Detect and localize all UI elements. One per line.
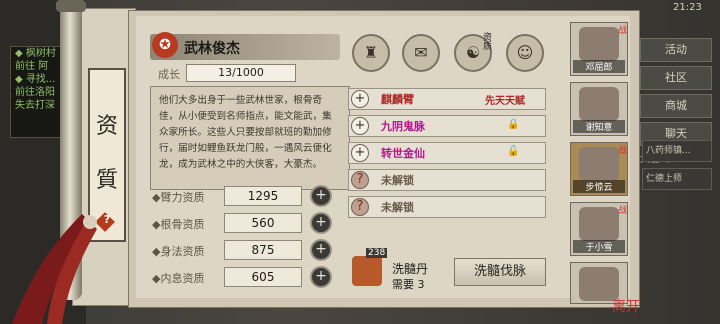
talent-slot-locked[interactable]: ? 未解锁: [348, 196, 546, 218]
attribute-row: ◆身法资质 875 +: [152, 239, 332, 261]
attribute-label: ◆身法资质: [152, 245, 205, 258]
attribute-label: ◆臂力资质: [152, 191, 205, 204]
exit-icon[interactable]: 离开: [612, 296, 640, 316]
hero-name-bar: ✪ 武林俊杰: [150, 32, 340, 60]
hero-card[interactable]: 战 邓屈郎: [570, 22, 628, 76]
talent-add-icon: +: [351, 117, 369, 135]
hat-icon[interactable]: ♜: [352, 34, 390, 72]
attribute-row: ◆内息资质 605 +: [152, 266, 332, 288]
attribute-row: ◆根骨资质 560 +: [152, 212, 332, 234]
scroll-icon[interactable]: ✉: [402, 34, 440, 72]
scroll-rod-cap: [56, 0, 86, 12]
tassel-decoration: [12, 214, 97, 324]
hero-card[interactable]: 战 于小雪: [570, 202, 628, 256]
hero-portrait: [579, 207, 619, 241]
hero-type-icon: ✪: [152, 32, 178, 58]
attribute-row: ◆臂力资质 1295 +: [152, 185, 332, 207]
battle-mark: 战: [617, 206, 627, 216]
cleanse-meridians-button[interactable]: 洗髓伐脉: [454, 258, 546, 286]
battle-mark: 战: [617, 146, 627, 156]
attribute-label: ◆内息资质: [152, 272, 205, 285]
hero-name: 邓屈郎: [573, 60, 625, 73]
pill-requirement: 需要 3: [392, 276, 425, 292]
talent-title: 麒麟臂: [381, 93, 414, 106]
question-icon: ?: [351, 171, 369, 189]
pill-need-value: 3: [417, 278, 425, 291]
growth-label: 成长: [158, 68, 180, 81]
hero-portrait: [579, 27, 619, 61]
question-icon: ?: [351, 198, 369, 216]
talent-slot[interactable]: + 九阴鬼脉 🔒: [348, 115, 546, 137]
attribute-value: 605: [224, 267, 302, 287]
hero-portrait: [579, 87, 619, 121]
aptitude-icons: ♜ ✉ ☯ ☺: [352, 34, 544, 78]
hero-description: 他们大多出身于一些武林世家，根骨奇佳，从小便受到名师指点，能文能武，集众家所长。…: [150, 86, 350, 190]
talent-title: 未解锁: [381, 174, 414, 187]
quest-entry[interactable]: 八药师镇...: [642, 140, 712, 162]
status-time: 21:23: [673, 2, 702, 13]
aptitude-badge: 资质: [481, 32, 491, 50]
hero-list: 战 邓屈郎 谢知意 战 步惊云 战 于小雪: [570, 22, 630, 310]
attribute-plus-button[interactable]: +: [310, 266, 332, 288]
pill-need-label: 需要: [392, 278, 414, 291]
battle-mark: 战: [617, 26, 627, 36]
hero-name: 步惊云: [573, 180, 625, 193]
shop-button[interactable]: 商城: [640, 94, 712, 118]
cleanse-pill-icon: 238: [352, 248, 388, 286]
hero-card-selected[interactable]: 战 步惊云: [570, 142, 628, 196]
activity-button[interactable]: 活动: [640, 38, 712, 62]
attribute-value: 560: [224, 213, 302, 233]
attribute-value: 1295: [224, 186, 302, 206]
talent-title: 未解锁: [381, 201, 414, 214]
right-quest-list: 八药师镇... 仁德上师: [642, 140, 712, 196]
lock-icon: 🔒: [507, 119, 520, 130]
hero-name: 谢知意: [573, 120, 625, 133]
hero-type-name: 武林俊杰: [184, 41, 240, 57]
community-button[interactable]: 社区: [640, 66, 712, 90]
hero-name: 于小雪: [573, 240, 625, 253]
attribute-plus-button[interactable]: +: [310, 185, 332, 207]
talent-slot-locked[interactable]: ? 未解锁: [348, 169, 546, 191]
tab-char: 質: [95, 168, 118, 193]
talent-slot[interactable]: + 转世金仙 🔓: [348, 142, 546, 164]
attribute-plus-button[interactable]: +: [310, 239, 332, 261]
pill-count: 238: [366, 248, 388, 258]
talent-tag: 先天天赋: [485, 96, 525, 107]
talent-add-icon: +: [351, 90, 369, 108]
attribute-label: ◆根骨资质: [152, 218, 205, 231]
tab-char: 资: [95, 114, 118, 139]
talent-title: 转世金仙: [381, 147, 425, 160]
attribute-value: 875: [224, 240, 302, 260]
figure-icon[interactable]: ☺: [506, 34, 544, 72]
attribute-plus-button[interactable]: +: [310, 212, 332, 234]
talent-slot[interactable]: + 麒麟臂 先天天赋: [348, 88, 546, 110]
talent-add-icon: +: [351, 144, 369, 162]
hero-portrait: [579, 147, 619, 181]
hero-card[interactable]: 谢知意: [570, 82, 628, 136]
quest-entry[interactable]: 仁德上师: [642, 168, 712, 190]
unlock-icon: 🔓: [507, 146, 520, 157]
pill-name: 洗髓丹: [392, 262, 429, 276]
growth-value: 13/1000: [186, 64, 296, 82]
talent-title: 九阴鬼脉: [381, 120, 425, 133]
